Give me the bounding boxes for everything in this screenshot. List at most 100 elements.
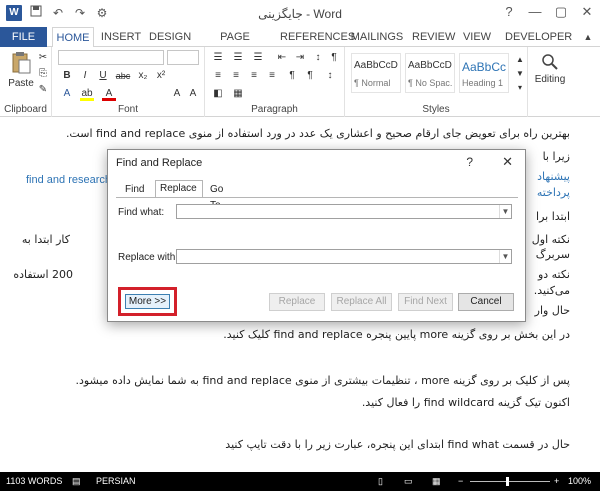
align-right-icon[interactable]: ≡ <box>247 69 261 83</box>
styles-scroll-down-icon[interactable]: ▼ <box>513 67 527 81</box>
align-center-icon[interactable]: ≡ <box>229 69 243 83</box>
zoom-in-button[interactable]: + <box>554 476 559 486</box>
dialog-close-button[interactable]: ✕ <box>502 154 513 170</box>
font-size-combo[interactable] <box>167 50 199 65</box>
clipboard-group: Paste ✂ ⎘ ✎ Clipboard <box>0 47 52 117</box>
style-normal[interactable]: AaBbCcDc ¶ Normal <box>351 53 401 93</box>
tab-insert[interactable]: INSERT <box>100 27 142 47</box>
line-spacing-icon[interactable]: ↕ <box>323 69 337 83</box>
tab-find[interactable]: Find <box>121 182 148 198</box>
paste-button[interactable]: Paste <box>6 51 36 89</box>
more-button[interactable]: More >> <box>125 294 170 309</box>
tab-mailings[interactable]: MAILINGS <box>350 27 404 47</box>
doc-line-fragment: 200 استفاده <box>13 268 73 281</box>
increase-indent-icon[interactable]: ⇥ <box>293 51 307 65</box>
font-group: B I U abc x₂ x² A ab A A A Font <box>52 47 205 117</box>
doc-link-fragment[interactable]: find and research <box>26 174 111 186</box>
cut-icon[interactable]: ✂ <box>36 51 50 65</box>
show-marks-icon[interactable]: ¶ <box>327 51 341 65</box>
language-indicator[interactable]: PERSIAN <box>96 476 136 486</box>
decrease-indent-icon[interactable]: ⇤ <box>275 51 289 65</box>
underline-button[interactable]: U <box>96 69 110 83</box>
proofing-icon[interactable]: ▤ <box>72 476 81 487</box>
tab-go-to[interactable]: Go To <box>206 182 227 211</box>
bold-button[interactable]: B <box>60 69 74 83</box>
bullets-icon[interactable]: ☰ <box>211 51 225 65</box>
zoom-level[interactable]: 100% <box>568 476 591 486</box>
replace-with-input[interactable]: ▼ <box>176 249 512 264</box>
tab-developer[interactable]: DEVELOPER <box>505 27 572 47</box>
tab-view[interactable]: VIEW <box>462 27 492 47</box>
tab-references[interactable]: REFERENCES <box>280 27 355 47</box>
tab-design[interactable]: DESIGN <box>149 27 191 47</box>
doc-line: حال در قسمت find what ابتدای این پنجره، … <box>225 438 570 451</box>
style-heading-1[interactable]: AaBbCc Heading 1 <box>459 53 509 93</box>
doc-line: حال وار <box>534 304 570 317</box>
dialog-help-button[interactable]: ? <box>466 155 473 169</box>
highlight-icon[interactable]: ab <box>80 87 94 101</box>
paragraph-group-label: Paragraph <box>251 104 298 115</box>
zoom-slider-track[interactable] <box>470 481 550 482</box>
tab-home[interactable]: HOME <box>52 27 94 48</box>
tab-replace[interactable]: Replace <box>155 180 203 198</box>
web-layout-icon[interactable]: ▦ <box>432 476 441 487</box>
replace-all-button[interactable]: Replace All <box>331 293 392 311</box>
format-painter-icon[interactable]: ✎ <box>36 83 50 97</box>
zoom-slider-thumb[interactable] <box>506 477 509 486</box>
justify-icon[interactable]: ≡ <box>265 69 279 83</box>
editing-label: Editing <box>534 74 566 85</box>
close-button[interactable]: ✕ <box>574 0 600 24</box>
ltr-icon[interactable]: ¶ <box>285 69 299 83</box>
align-left-icon[interactable]: ≡ <box>211 69 225 83</box>
font-group-label: Font <box>117 104 138 115</box>
print-layout-icon[interactable]: ▭ <box>404 476 413 487</box>
chevron-down-icon[interactable]: ▼ <box>499 250 511 263</box>
shading-icon[interactable]: ◧ <box>211 87 225 101</box>
word-count[interactable]: 1103 WORDS <box>6 476 62 486</box>
replace-button[interactable]: Replace <box>269 293 325 311</box>
italic-button[interactable]: I <box>78 69 92 83</box>
superscript-button[interactable]: x² <box>154 69 168 83</box>
multilevel-icon[interactable]: ☰ <box>251 51 265 65</box>
find-what-input[interactable]: ▼ <box>176 204 512 219</box>
text-effects-icon[interactable]: A <box>60 87 74 101</box>
minimize-button[interactable]: — <box>522 0 548 24</box>
restore-button[interactable]: ▢ <box>548 0 574 24</box>
tab-file[interactable]: FILE <box>0 27 47 47</box>
grow-font-icon[interactable]: A <box>170 87 184 101</box>
style-name: ¶ No Spac... <box>408 78 452 88</box>
more-button-highlight: More >> <box>118 287 177 316</box>
paste-icon <box>12 52 31 74</box>
doc-line: سربرگ <box>535 248 570 261</box>
help-icon[interactable]: ? <box>496 0 522 24</box>
find-next-button[interactable]: Find Next <box>398 293 453 311</box>
font-name-combo[interactable] <box>58 50 164 65</box>
sort-icon[interactable]: ↕ <box>311 51 325 65</box>
strikethrough-button[interactable]: abc <box>114 69 132 83</box>
find-icon <box>542 54 558 70</box>
borders-icon[interactable]: ▦ <box>231 87 245 101</box>
read-mode-icon[interactable]: ▯ <box>378 476 383 487</box>
cancel-button[interactable]: Cancel <box>458 293 514 311</box>
editing-button[interactable]: Editing <box>530 53 570 85</box>
subscript-button[interactable]: x₂ <box>136 69 150 83</box>
doc-line: نکته اول <box>531 233 570 246</box>
rtl-icon[interactable]: ¶ <box>303 69 317 83</box>
ribbon-collapse-icon[interactable]: ▲ <box>580 27 596 47</box>
doc-line: نکته دو <box>537 268 570 281</box>
numbering-icon[interactable]: ☰ <box>231 51 245 65</box>
font-color-icon[interactable]: A <box>102 87 116 101</box>
style-name: Heading 1 <box>462 78 504 88</box>
copy-icon[interactable]: ⎘ <box>36 67 50 81</box>
tab-review[interactable]: REVIEW <box>412 27 455 47</box>
style-preview: AaBbCcDc <box>408 60 452 71</box>
ribbon-tabs: FILE HOME INSERT DESIGN PAGE LAYOUT REFE… <box>0 27 600 63</box>
tab-page-layout[interactable]: PAGE LAYOUT <box>202 27 268 63</box>
style-no-spacing[interactable]: AaBbCcDc ¶ No Spac... <box>405 53 455 93</box>
styles-more-icon[interactable]: ▾ <box>513 81 527 95</box>
clear-formatting-icon[interactable]: A <box>186 87 200 101</box>
editing-group: Editing <box>528 47 568 117</box>
zoom-out-button[interactable]: − <box>458 476 463 486</box>
styles-scroll-up-icon[interactable]: ▲ <box>513 53 527 67</box>
chevron-down-icon[interactable]: ▼ <box>499 205 511 218</box>
